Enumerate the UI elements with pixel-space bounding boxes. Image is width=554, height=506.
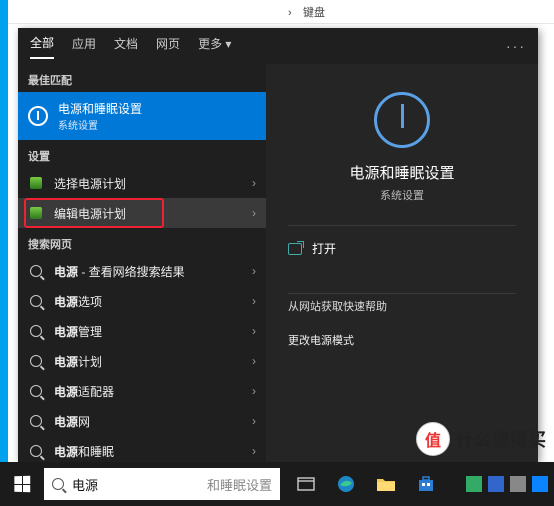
web-result-item[interactable]: 电源计划 › xyxy=(18,346,266,376)
tab-more[interactable]: 更多 ▾ xyxy=(198,35,231,58)
web-result-item[interactable]: 电源管理 › xyxy=(18,316,266,346)
chevron-right-icon: › xyxy=(252,384,256,398)
results-list: 最佳匹配 电源和睡眠设置 系统设置 设置 选择电源计划 › 编辑电源计划 xyxy=(18,64,266,462)
open-icon xyxy=(288,243,302,255)
search-icon xyxy=(28,293,44,309)
search-icon xyxy=(28,413,44,429)
chevron-right-icon: › xyxy=(252,444,256,458)
web-result-item[interactable]: 电源选项 › xyxy=(18,286,266,316)
taskbar-app-edge[interactable] xyxy=(326,462,366,506)
tray-icon[interactable] xyxy=(466,476,482,492)
preview-title: 电源和睡眠设置 xyxy=(349,162,454,183)
settings-item-label: 选择电源计划 xyxy=(54,175,242,192)
tab-web[interactable]: 网页 xyxy=(156,35,180,58)
open-label: 打开 xyxy=(312,240,336,257)
chevron-right-icon: › xyxy=(252,294,256,308)
preview-pane: 电源和睡眠设置 系统设置 打开 从网站获取快速帮助 更改电源模式 xyxy=(266,64,538,462)
best-match-subtitle: 系统设置 xyxy=(58,117,142,132)
tab-apps[interactable]: 应用 xyxy=(72,35,96,58)
search-icon xyxy=(28,353,44,369)
tray-icon[interactable] xyxy=(510,476,526,492)
power-plan-icon xyxy=(28,205,44,221)
chevron-right-icon: › xyxy=(252,414,256,428)
power-icon-large xyxy=(374,92,430,148)
search-icon xyxy=(28,383,44,399)
preview-subtitle: 系统设置 xyxy=(380,187,424,203)
help-heading: 从网站获取快速帮助 xyxy=(266,294,409,324)
search-icon xyxy=(28,323,44,339)
web-result-item[interactable]: 电源和睡眠 › xyxy=(18,436,266,462)
search-icon xyxy=(28,443,44,459)
chevron-down-icon: ▾ xyxy=(225,37,231,51)
search-icon xyxy=(28,263,44,279)
web-result-label: 电源网 xyxy=(54,413,242,430)
tab-all[interactable]: 全部 xyxy=(30,34,54,59)
web-result-label: 电源适配器 xyxy=(54,383,242,400)
search-panel: 全部 应用 文档 网页 更多 ▾ ··· 最佳匹配 电源和睡眠设置 系统设置 设… xyxy=(18,28,538,462)
section-best-match: 最佳匹配 xyxy=(18,64,266,92)
more-options-icon[interactable]: ··· xyxy=(506,38,526,54)
power-plan-icon xyxy=(28,175,44,191)
web-result-label: 电源 - 查看网络搜索结果 xyxy=(54,263,242,280)
open-button[interactable]: 打开 xyxy=(266,226,538,271)
chevron-right-icon: › xyxy=(252,176,256,190)
task-view-icon xyxy=(297,477,315,491)
chevron-right-icon: › xyxy=(252,354,256,368)
taskbar-app-store[interactable] xyxy=(406,462,446,506)
edge-icon xyxy=(336,474,356,494)
device-item: 键盘 xyxy=(303,4,325,20)
taskbar-app-explorer[interactable] xyxy=(366,462,406,506)
tab-docs[interactable]: 文档 xyxy=(114,35,138,58)
section-web-search: 搜索网页 xyxy=(18,228,266,256)
task-view-button[interactable] xyxy=(286,462,326,506)
settings-item-label: 编辑电源计划 xyxy=(54,205,242,222)
web-result-item[interactable]: 电源适配器 › xyxy=(18,376,266,406)
store-icon xyxy=(417,475,435,493)
start-button[interactable] xyxy=(0,462,44,506)
search-tabs: 全部 应用 文档 网页 更多 ▾ ··· xyxy=(18,28,538,64)
chevron-right-icon: › xyxy=(252,324,256,338)
section-settings: 设置 xyxy=(18,140,266,168)
taskbar: 和睡眠设置 xyxy=(0,462,554,506)
chevron-right-icon: › xyxy=(252,206,256,220)
best-match-item[interactable]: 电源和睡眠设置 系统设置 xyxy=(18,92,266,140)
taskbar-search[interactable]: 和睡眠设置 xyxy=(44,468,280,500)
chevron-right-icon: › xyxy=(252,264,256,278)
web-result-label: 电源计划 xyxy=(54,353,242,370)
device-manager-bg: › 键盘 xyxy=(8,0,554,24)
web-result-label: 电源和睡眠 xyxy=(54,443,242,460)
tray-icon[interactable] xyxy=(488,476,504,492)
tree-node-icon: › xyxy=(288,7,297,16)
folder-icon xyxy=(376,476,396,492)
help-link-change-mode[interactable]: 更改电源模式 xyxy=(266,324,538,356)
power-icon xyxy=(28,106,48,126)
web-result-label: 电源管理 xyxy=(54,323,242,340)
system-tray[interactable] xyxy=(466,476,554,492)
search-icon xyxy=(52,478,64,490)
settings-item-choose-plan[interactable]: 选择电源计划 › xyxy=(18,168,266,198)
windows-logo-icon xyxy=(14,476,30,493)
web-result-item[interactable]: 电源 - 查看网络搜索结果 › xyxy=(18,256,266,286)
tray-icon[interactable] xyxy=(532,476,548,492)
web-result-label: 电源选项 xyxy=(54,293,242,310)
web-result-item[interactable]: 电源网 › xyxy=(18,406,266,436)
best-match-title: 电源和睡眠设置 xyxy=(58,100,142,117)
settings-item-edit-plan[interactable]: 编辑电源计划 › xyxy=(18,198,266,228)
